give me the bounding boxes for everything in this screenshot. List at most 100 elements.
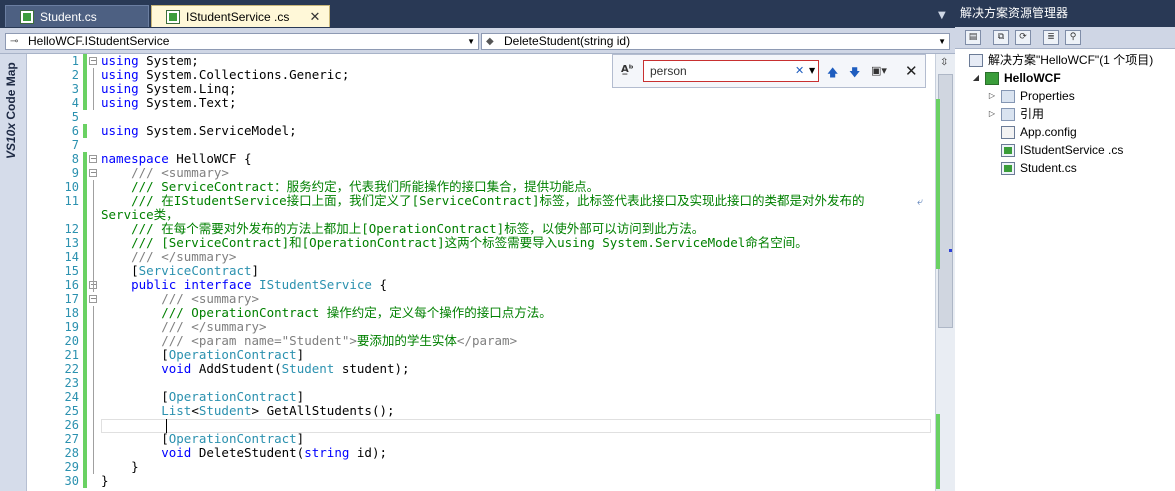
tab-istudentservice-cs[interactable]: IStudentService .cs ✕: [151, 5, 330, 27]
fold-guide-line: [93, 194, 94, 292]
line-number: 17: [64, 292, 79, 306]
line-number: 24: [64, 390, 79, 404]
line-number: 15: [64, 264, 79, 278]
code-token: /// </summary>: [101, 249, 237, 264]
tree-item-label: IStudentService .cs: [1020, 143, 1124, 157]
tree-project[interactable]: ◢ HelloWCF: [971, 69, 1061, 87]
class-diagram-icon[interactable]: ⚲: [1065, 30, 1081, 45]
code-token: System.Text;: [146, 95, 237, 110]
tree-item-student-cs[interactable]: Student.cs: [1001, 159, 1077, 177]
code-token: <: [191, 403, 199, 418]
config-file-icon: [1001, 125, 1015, 139]
code-line: /// 在IStudentService接口上面，我们定义了[ServiceCo…: [101, 194, 864, 208]
panel-title: 解决方案资源管理器: [955, 0, 1175, 27]
tree-item-app-config[interactable]: App.config: [1001, 123, 1077, 141]
collapse-region-icon[interactable]: −: [89, 295, 97, 303]
code-token: [: [101, 431, 169, 446]
tree-solution[interactable]: 解决方案"HelloWCF"(1 个项目): [969, 51, 1153, 69]
cs-file-icon: [1001, 143, 1015, 157]
chevron-down-icon[interactable]: ▼: [938, 34, 946, 49]
code-line: }: [101, 460, 139, 474]
clear-search-icon[interactable]: ✕: [795, 64, 804, 77]
close-tab-icon[interactable]: ✕: [307, 9, 323, 25]
solution-explorer: 解决方案资源管理器 ▤ ⧉ ⟳ ≣ ⚲ 解决方案"HelloWCF"(1 个项目…: [955, 0, 1175, 491]
tab-overflow-dropdown-icon[interactable]: ▼: [938, 10, 946, 21]
chevron-down-icon[interactable]: ▼: [467, 34, 475, 49]
type-dropdown[interactable]: ⊸ HelloWCF.IStudentService ▼: [5, 33, 479, 50]
arrow-up-icon[interactable]: 🡅: [827, 64, 838, 83]
code-token: }: [101, 459, 139, 474]
expand-icon[interactable]: ▷: [987, 105, 997, 123]
show-all-files-icon[interactable]: ⧉: [993, 30, 1009, 45]
tree-item-istudentservice-cs[interactable]: IStudentService .cs: [1001, 141, 1123, 159]
search-history-dropdown-icon[interactable]: ▼: [809, 66, 815, 75]
expand-icon[interactable]: ▷: [987, 87, 997, 105]
find-options-icon[interactable]: A̲ᵇ: [621, 64, 634, 75]
code-token: OperationContract: [168, 389, 297, 404]
code-token: }: [101, 473, 109, 488]
document-tab-strip: Student.cs IStudentService .cs ✕ ▼: [0, 0, 955, 28]
vertical-scrollbar[interactable]: ⇳: [935, 54, 955, 491]
code-token: DeleteStudent(: [191, 445, 305, 460]
line-number: 12: [64, 222, 79, 236]
view-code-icon[interactable]: ≣: [1043, 30, 1059, 45]
folder-icon: [1001, 89, 1015, 103]
code-line: [OperationContract]: [101, 348, 304, 362]
type-icon: ⊸: [10, 36, 19, 47]
type-dropdown-value: HelloWCF.IStudentService: [28, 34, 170, 48]
code-token: [: [101, 347, 169, 362]
collapse-region-icon[interactable]: −: [89, 169, 97, 177]
references-icon: [1001, 107, 1015, 121]
member-dropdown[interactable]: ◆ DeleteStudent(string id) ▼: [481, 33, 950, 50]
code-line: [ServiceContract]: [101, 264, 259, 278]
code-editor[interactable]: 1 using System; 2 using System.Collections.…: [27, 54, 935, 491]
code-line: using System;: [101, 54, 199, 68]
navigation-bar: ⊸ HelloWCF.IStudentService ▼ ◆ DeleteStu…: [0, 28, 955, 54]
code-token: System.Linq;: [146, 81, 237, 96]
tab-label: IStudentService .cs: [186, 9, 290, 24]
code-token: student);: [334, 361, 410, 376]
code-line: using System.ServiceModel;: [101, 124, 297, 138]
code-token: 要添加的学生实体: [356, 333, 457, 348]
code-token: Student: [281, 361, 335, 376]
properties-icon[interactable]: ▤: [965, 30, 981, 45]
code-line: /// <param name="Student">要添加的学生实体</para…: [101, 334, 517, 348]
code-token: namespace: [101, 151, 177, 166]
cs-file-icon: [166, 9, 180, 24]
member-dropdown-value: DeleteStudent(string id): [504, 34, 631, 48]
code-token: /// <summary>: [101, 291, 260, 306]
collapse-region-icon[interactable]: −: [89, 57, 97, 65]
find-in-files-icon[interactable]: ▣▾: [871, 64, 887, 77]
code-token: {: [371, 277, 388, 292]
line-number: 4: [71, 96, 79, 110]
splitter-icon[interactable]: ⇳: [940, 57, 948, 68]
collapse-icon[interactable]: ◢: [971, 69, 981, 87]
arrow-down-icon[interactable]: 🡇: [849, 64, 860, 83]
close-icon[interactable]: ✕: [905, 62, 918, 80]
scrollbar-thumb[interactable]: [938, 74, 953, 328]
collapse-region-icon[interactable]: −: [89, 155, 97, 163]
code-map-panel[interactable]: VS10x Code Map: [0, 54, 27, 491]
code-token: OperationContract: [168, 347, 297, 362]
refresh-icon[interactable]: ⟳: [1015, 30, 1031, 45]
code-line: /// <summary>: [101, 166, 229, 180]
line-number: 14: [64, 250, 79, 264]
line-number: 30: [64, 474, 79, 488]
word-wrap-icon: ⤶: [917, 195, 924, 208]
tree-item-label: Properties: [1020, 89, 1075, 103]
tree-item-references[interactable]: ▷ 引用: [987, 105, 1044, 123]
code-token: AddStudent(: [191, 361, 282, 376]
code-line: public interface IStudentService {: [101, 278, 387, 292]
tab-student-cs[interactable]: Student.cs: [5, 5, 149, 27]
code-token: using: [101, 81, 147, 96]
search-input[interactable]: person: [643, 60, 819, 82]
code-line: /// 在每个需要对外发布的方法上都加上[OperationContract]标…: [101, 222, 704, 236]
solution-label: 解决方案"HelloWCF"(1 个项目): [988, 53, 1154, 67]
method-icon: ◆: [486, 36, 494, 47]
tree-item-properties[interactable]: ▷ Properties: [987, 87, 1075, 105]
line-number: 2: [71, 68, 79, 82]
line-number: [27, 208, 79, 222]
code-line: using System.Collections.Generic;: [101, 68, 349, 82]
